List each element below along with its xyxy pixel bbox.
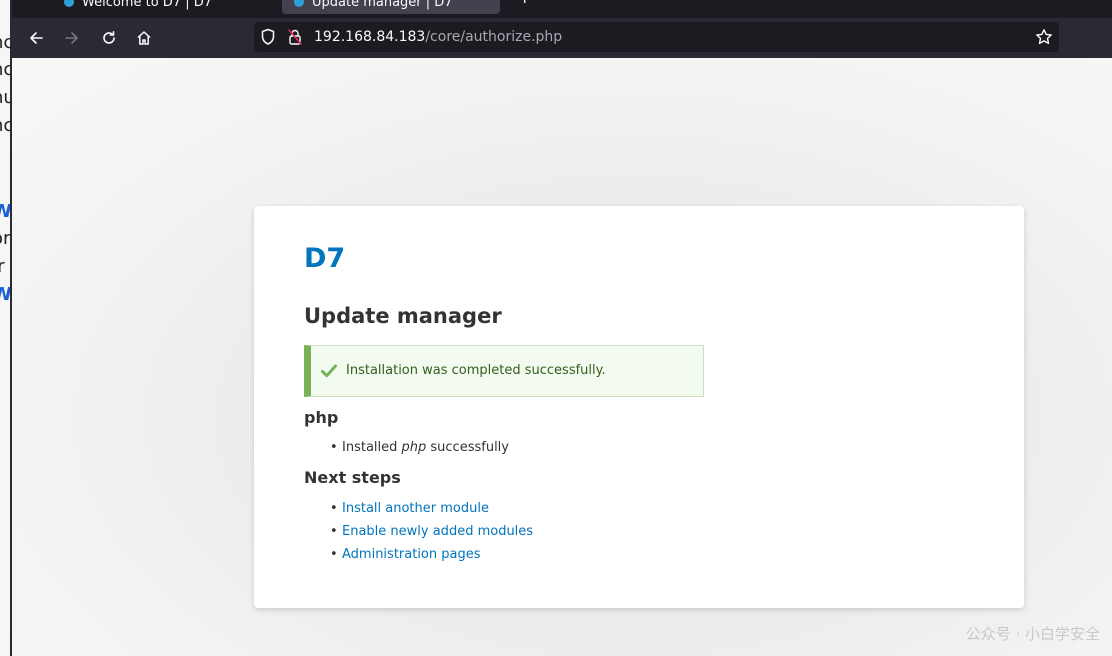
home-button[interactable] — [132, 26, 156, 50]
next-steps-heading: Next steps — [304, 468, 401, 487]
home-icon — [137, 31, 151, 45]
url-path: /core/authorize.php — [425, 29, 563, 45]
list-item: Installed php successfully — [254, 436, 509, 459]
url-host: 192.168.84.183 — [314, 29, 426, 45]
back-button[interactable] — [24, 26, 48, 50]
new-tab-button[interactable]: + — [518, 0, 531, 7]
enable-modules-link[interactable]: Enable newly added modules — [254, 520, 533, 543]
bg-text-fragment: or — [0, 228, 11, 249]
bookmark-star-icon[interactable] — [1035, 28, 1053, 50]
tracking-protection-shield-icon[interactable] — [260, 28, 276, 50]
bg-text-fragment: Ir — [0, 256, 5, 277]
arrow-left-icon — [30, 32, 43, 44]
tab-label: Welcome to D7 | D7 — [82, 0, 212, 10]
tab-welcome[interactable]: Welcome to D7 | D7 — [64, 0, 264, 14]
site-name-link[interactable]: D7 — [304, 242, 345, 276]
arrow-right-icon — [65, 32, 78, 44]
reload-icon — [103, 31, 115, 44]
page-title: Update manager — [304, 304, 502, 328]
checkmark-icon — [321, 363, 337, 382]
status-text: Installation was completed successfully. — [346, 363, 606, 378]
forward-button[interactable] — [60, 26, 84, 50]
tab-update-manager[interactable]: Update manager | D7 — [282, 0, 500, 14]
background-window-strip: - nc nc nu nc - W or Ir W — [0, 0, 12, 656]
drupal-favicon-icon — [64, 0, 74, 7]
result-project-name: php — [401, 440, 427, 455]
insecure-lock-icon[interactable] — [287, 28, 303, 50]
administration-pages-link[interactable]: Administration pages — [254, 543, 533, 566]
project-heading: php — [304, 408, 339, 427]
result-text: Installed — [342, 440, 402, 455]
watermark: 公众号 · 小白学安全 — [965, 625, 1100, 643]
drupal-favicon-icon — [294, 0, 304, 7]
result-text: successfully — [426, 440, 509, 455]
page-viewport: D7 Update manager Installation was compl… — [12, 58, 1112, 656]
tab-label: Update manager | D7 — [312, 0, 453, 10]
project-results-list: Installed php successfully — [254, 436, 509, 459]
next-steps-list: Install another module Enable newly adde… — [254, 497, 533, 566]
tab-strip: Welcome to D7 | D7 Update manager | D7 + — [12, 0, 1112, 18]
url-text[interactable]: 192.168.84.183/core/authorize.php — [314, 28, 562, 46]
address-bar[interactable]: 192.168.84.183/core/authorize.php — [254, 22, 1059, 52]
content-card: D7 Update manager Installation was compl… — [254, 206, 1024, 608]
install-another-module-link[interactable]: Install another module — [254, 497, 533, 520]
status-message: Installation was completed successfully. — [304, 345, 704, 397]
reload-button[interactable] — [97, 26, 121, 50]
navigation-toolbar: 192.168.84.183/core/authorize.php — [12, 18, 1112, 58]
